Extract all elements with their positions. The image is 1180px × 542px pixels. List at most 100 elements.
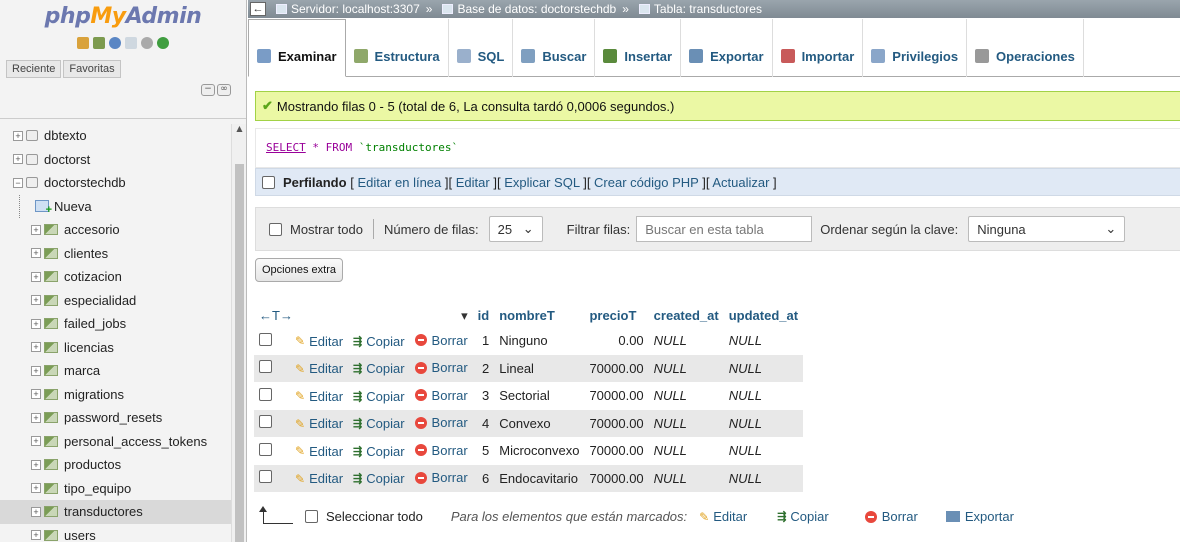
tree-item-label[interactable]: marca <box>64 363 100 378</box>
expand-icon[interactable]: + <box>31 365 41 376</box>
delete-row-button[interactable]: Borrar <box>414 388 468 403</box>
breadcrumb-table[interactable]: Tabla: transductores <box>654 2 762 16</box>
profiling-link[interactable]: Explicar SQL <box>504 175 579 190</box>
copy-row-button[interactable]: ⇶ Copiar <box>353 389 405 404</box>
bulk-copy-button[interactable]: ⇶ Copiar <box>777 509 829 524</box>
cell-updated-at[interactable]: NULL <box>723 464 804 492</box>
select-all-label[interactable]: Seleccionar todo <box>326 509 423 524</box>
tree-item-Nueva[interactable]: Nueva <box>0 194 232 219</box>
tree-item-tipo-equipo[interactable]: + tipo_equipo <box>0 477 232 501</box>
tree-item-doctorst[interactable]: + doctorst <box>0 148 232 172</box>
profiling-checkbox[interactable] <box>262 175 275 189</box>
filter-rows-input[interactable]: Buscar en esta tabla <box>636 216 813 242</box>
tree-item-accesorio[interactable]: + accesorio <box>0 218 232 242</box>
tab-operaciones[interactable]: Operaciones <box>967 19 1084 77</box>
cell-id[interactable]: 3 <box>472 382 495 410</box>
tree-item-label[interactable]: licencias <box>64 340 114 355</box>
tree-item-label[interactable]: cotizacion <box>64 269 122 284</box>
tree-item-label[interactable]: users <box>64 528 96 542</box>
tree-item-label[interactable]: Nueva <box>54 199 92 214</box>
row-checkbox[interactable] <box>259 360 272 374</box>
cell-created-at[interactable]: NULL <box>648 437 724 465</box>
cell-id[interactable]: 1 <box>472 327 495 355</box>
column-header-created-at[interactable]: created_at <box>649 304 724 327</box>
cell-created-at[interactable]: NULL <box>648 354 724 382</box>
tab-favorites[interactable]: Favoritas <box>63 60 121 78</box>
tab-importar[interactable]: Importar <box>773 19 864 77</box>
show-all-label[interactable]: Mostrar todo <box>290 222 363 237</box>
settings-gear-icon[interactable] <box>141 37 153 49</box>
column-header-nombreT[interactable]: nombreT <box>494 304 584 327</box>
row-checkbox[interactable] <box>259 387 272 401</box>
copy-row-button[interactable]: ⇶ Copiar <box>353 361 405 376</box>
bulk-export-button[interactable]: Exportar <box>945 509 1014 524</box>
tree-scrollbar[interactable]: ▲ <box>231 124 246 542</box>
edit-row-button[interactable]: ✎ Editar <box>295 389 343 404</box>
tree-item-productos[interactable]: + productos <box>0 453 232 477</box>
tree-item-label[interactable]: accesorio <box>64 222 120 237</box>
cell-id[interactable]: 5 <box>472 437 495 465</box>
cell-updated-at[interactable]: NULL <box>723 382 804 410</box>
tree-item-failed-jobs[interactable]: + failed_jobs <box>0 312 232 336</box>
tree-item-users[interactable]: + users <box>0 524 232 542</box>
sql-select-keyword[interactable]: SELECT <box>266 141 306 154</box>
edit-row-button[interactable]: ✎ Editar <box>295 334 343 349</box>
tab-privilegios[interactable]: Privilegios <box>863 19 968 77</box>
cell-created-at[interactable]: NULL <box>648 464 724 492</box>
expand-icon[interactable]: + <box>31 506 41 517</box>
tab-sql[interactable]: SQL <box>449 19 514 77</box>
tab-exportar[interactable]: Exportar <box>681 19 773 77</box>
tree-item-label[interactable]: personal_access_tokens <box>64 434 207 449</box>
tab-estructura[interactable]: Estructura <box>346 19 449 77</box>
cell-precioT[interactable]: 70000.00 <box>584 354 649 382</box>
breadcrumb-server[interactable]: Servidor: localhost:3307 <box>291 2 420 16</box>
bulk-edit-button[interactable]: ✎ Editar <box>699 509 747 524</box>
tree-item-personal-access-tokens[interactable]: + personal_access_tokens <box>0 430 232 454</box>
cell-updated-at[interactable]: NULL <box>723 409 804 437</box>
cell-created-at[interactable]: NULL <box>648 327 724 355</box>
expand-icon[interactable]: + <box>31 530 41 541</box>
copy-row-button[interactable]: ⇶ Copiar <box>353 444 405 459</box>
home-icon[interactable] <box>77 37 89 49</box>
cell-precioT[interactable]: 0.00 <box>584 327 649 355</box>
tree-item-transductores[interactable]: + transductores <box>0 500 232 524</box>
tree-item-doctorstechdb[interactable]: − doctorstechdb <box>0 171 232 195</box>
tab-insertar[interactable]: Insertar <box>595 19 682 77</box>
edit-row-button[interactable]: ✎ Editar <box>295 361 343 376</box>
tree-item-marca[interactable]: + marca <box>0 359 232 383</box>
copy-row-button[interactable]: ⇶ Copiar <box>353 471 405 486</box>
row-checkbox[interactable] <box>259 415 272 429</box>
tree-item-label[interactable]: failed_jobs <box>64 316 126 331</box>
cell-precioT[interactable]: 70000.00 <box>584 464 649 492</box>
column-nav-arrows[interactable]: ←T→ ▾ <box>254 304 473 327</box>
tree-item-password-resets[interactable]: + password_resets <box>0 406 232 430</box>
expand-icon[interactable]: + <box>13 154 23 165</box>
expand-icon[interactable]: + <box>31 459 41 470</box>
sort-toggle-icon[interactable]: ▾ <box>461 308 468 324</box>
profiling-link[interactable]: Editar <box>456 175 490 190</box>
expand-icon[interactable]: + <box>31 436 41 447</box>
cell-nombreT[interactable]: Endocavitario <box>494 464 585 492</box>
tree-item-cotizacion[interactable]: + cotizacion <box>0 265 232 289</box>
row-checkbox[interactable] <box>259 332 272 346</box>
expand-icon[interactable]: + <box>31 318 41 329</box>
tree-item-label[interactable]: tipo_equipo <box>64 481 131 496</box>
delete-row-button[interactable]: Borrar <box>414 443 468 458</box>
expand-icon[interactable]: + <box>31 412 41 423</box>
scrollbar-thumb[interactable] <box>235 164 244 542</box>
cell-created-at[interactable]: NULL <box>648 409 724 437</box>
docs-icon[interactable] <box>125 37 137 49</box>
tree-item-label[interactable]: productos <box>64 457 121 472</box>
profiling-link[interactable]: Crear código PHP <box>594 175 699 190</box>
sort-by-key-select[interactable]: Ninguna ⌄ <box>968 216 1126 242</box>
tree-item-especialidad[interactable]: + especialidad <box>0 289 232 313</box>
expand-icon[interactable]: + <box>13 130 23 141</box>
tab-examinar[interactable]: Examinar <box>248 19 346 77</box>
tab-buscar[interactable]: Buscar <box>513 19 596 77</box>
edit-row-button[interactable]: ✎ Editar <box>295 444 343 459</box>
copy-row-button[interactable]: ⇶ Copiar <box>353 416 405 431</box>
expand-icon[interactable]: + <box>31 248 41 259</box>
expand-icon[interactable]: + <box>31 342 41 353</box>
cell-id[interactable]: 4 <box>472 409 495 437</box>
logout-icon[interactable] <box>93 37 105 49</box>
